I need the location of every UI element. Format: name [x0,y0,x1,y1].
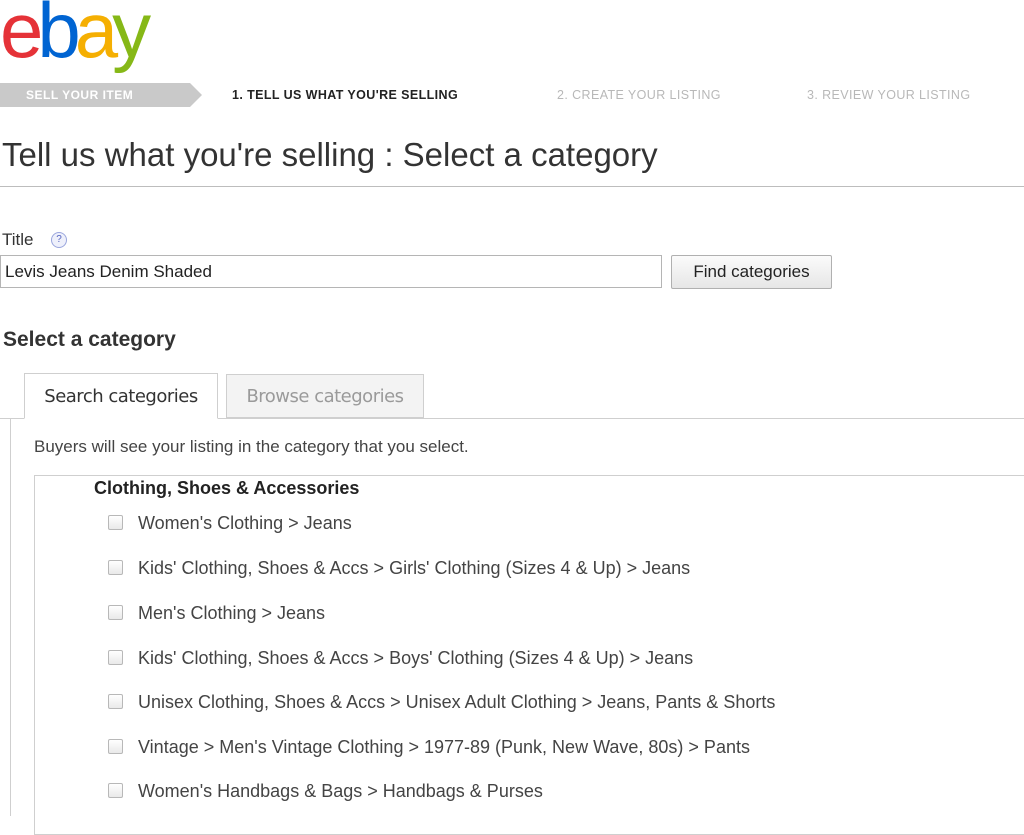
progress-steps: SELL YOUR ITEM 1. TELL US WHAT YOU'RE SE… [0,83,1024,107]
category-checkbox[interactable] [108,739,123,754]
logo-letter-y: y [112,0,151,74]
logo-letter-e: e [0,0,43,74]
category-checkbox[interactable] [108,515,123,530]
category-label[interactable]: Women's Handbags & Bags > Handbags & Pur… [138,779,543,803]
category-checkbox[interactable] [108,650,123,665]
category-group-title: Clothing, Shoes & Accessories [94,478,360,498]
step-tell-us: 1. TELL US WHAT YOU'RE SELLING [232,88,459,102]
tab-browse-categories[interactable]: Browse categories [226,374,424,418]
category-checkbox[interactable] [108,694,123,709]
page-title: Tell us what you're selling : Select a c… [2,136,658,173]
category-label[interactable]: Women's Clothing > Jeans [138,511,352,535]
find-categories-button[interactable]: Find categories [671,255,832,289]
category-checkbox[interactable] [108,783,123,798]
logo-letter-a: a [74,0,118,74]
title-label: Title [2,230,34,249]
title-input[interactable] [0,255,662,288]
category-checkbox[interactable] [108,605,123,620]
tab-search-categories[interactable]: Search categories [24,373,218,419]
title-divider [0,186,1024,187]
ebay-logo[interactable]: ebay [0,0,151,74]
step-create-listing: 2. CREATE YOUR LISTING [557,88,721,102]
tab-panel-border [10,419,11,816]
category-label[interactable]: Men's Clothing > Jeans [138,601,325,625]
help-icon[interactable]: ? [51,232,67,248]
category-checkbox[interactable] [108,560,123,575]
helper-text: Buyers will see your listing in the cate… [34,437,469,456]
select-category-heading: Select a category [3,328,176,351]
logo-letter-b: b [37,0,80,74]
category-label[interactable]: Vintage > Men's Vintage Clothing > 1977-… [138,735,750,759]
step-sell-your-item: SELL YOUR ITEM [0,83,202,107]
category-label[interactable]: Kids' Clothing, Shoes & Accs > Girls' Cl… [138,556,690,580]
category-label[interactable]: Unisex Clothing, Shoes & Accs > Unisex A… [138,690,775,714]
step-review-listing: 3. REVIEW YOUR LISTING [807,88,971,102]
category-label[interactable]: Kids' Clothing, Shoes & Accs > Boys' Clo… [138,646,693,670]
